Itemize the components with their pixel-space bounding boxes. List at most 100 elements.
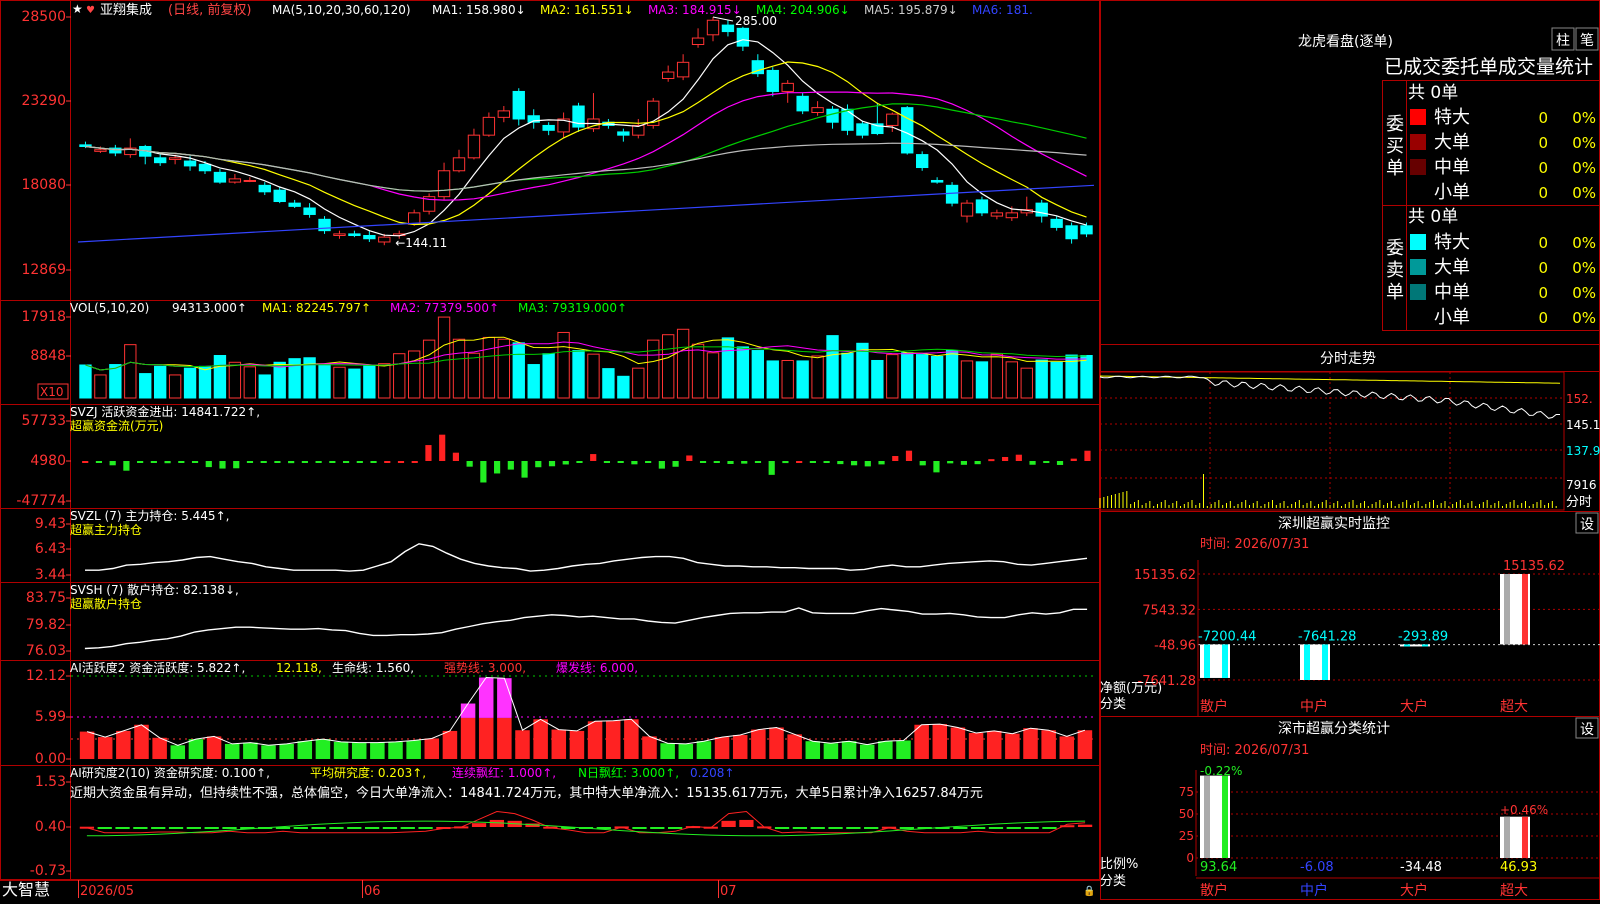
ai1-bar-12: [279, 743, 294, 759]
ai1-bar-36: [714, 737, 730, 759]
monitor-bar-group-3: -293.89: [1398, 629, 1448, 647]
stock-name[interactable]: 亚翔集成: [100, 2, 152, 18]
candle-body-6: [153, 157, 167, 164]
ai1-bar-26: [533, 719, 548, 759]
ma-value-5: MA5: 195.879↓: [864, 3, 958, 17]
svzj-bar-56: [837, 461, 844, 465]
volume-bar-56: [901, 352, 914, 399]
volume-bar-35: [587, 353, 600, 399]
monitor-setting-label[interactable]: 设: [1580, 517, 1594, 533]
stat-time: 时间: 2026/07/31: [1200, 743, 1309, 758]
candle-body-18: [333, 233, 346, 237]
ai1-bar-50: [968, 732, 984, 759]
ai2-bar-8: [204, 827, 219, 829]
svzj-bar-46: [699, 461, 707, 463]
volume-bar-49: [796, 360, 809, 399]
svzj-tick-2: 4980: [30, 453, 66, 469]
ma-value-1: MA1: 158.980↓: [432, 3, 526, 17]
ai1-bar-6: [170, 745, 186, 759]
ai2-bar-23: [471, 823, 487, 827]
pin-icon: ♥: [86, 5, 95, 16]
svzj-bar-39: [603, 461, 611, 463]
svzj-bar-53: [796, 461, 803, 463]
volume-bar-19: [348, 368, 361, 399]
lock-icon[interactable]: 🔒: [1083, 885, 1095, 897]
candle-body-10: [213, 171, 227, 183]
volume-bar-18: [333, 366, 346, 399]
volume-bar-13: [258, 374, 271, 399]
monitor-category-2: 中户: [1300, 698, 1328, 715]
svzj-bar-73: [1070, 458, 1077, 461]
monitor-bar-edge-1: [1222, 644, 1228, 678]
volume-bar-32: [542, 353, 555, 399]
buy-row-count-1: 0: [1538, 109, 1548, 127]
volume-bar-22: [393, 353, 406, 399]
ma-value-6: MA6: 181.: [972, 3, 1033, 17]
volume-bar-20: [363, 365, 376, 399]
ai2-bar-51: [971, 827, 986, 829]
ai1-bar-2: [97, 737, 113, 759]
svzj-bar-17: [301, 461, 308, 463]
period-label[interactable]: (日线, 前复权): [168, 2, 251, 18]
vol-ma-value-3: MA3: 79319.000↑: [518, 301, 627, 315]
ai1-bar-7: [188, 739, 204, 759]
svzj-bar-18: [315, 461, 322, 463]
volume-bar-68: [1080, 355, 1093, 399]
ai1-bar-53: [1023, 728, 1038, 759]
volume-bar-38: [632, 367, 645, 399]
ai1-bar-28: [569, 730, 585, 759]
candle-body-37: [617, 131, 630, 136]
stat-bar-shade-1: [1204, 775, 1210, 858]
sell-total: 共 0单: [1408, 207, 1458, 227]
chart-canvas: ★ ♥ 亚翔集成 (日线, 前复权) MA(5,10,20,30,60,120)…: [0, 0, 1600, 900]
candle-body-26: [452, 157, 466, 172]
ai1-bar-39: [769, 727, 784, 759]
svzj-bar-24: [397, 461, 405, 463]
svzj-bar-40: [617, 461, 624, 463]
svzj-bar-49: [741, 461, 748, 464]
ai1-bar-49: [950, 727, 966, 759]
candle-body-2: [94, 149, 107, 152]
candle-body-66: [1050, 218, 1063, 228]
svzj-bar-6: [150, 461, 157, 463]
ai1-header-part-1: AI活跃度2 资金活跃度: 5.822↑,: [70, 660, 245, 675]
ai1-bar-27: [551, 729, 567, 759]
volume-bar-11: [228, 361, 242, 399]
candle-body-20: [363, 235, 376, 240]
ai2-tick-3: -0.73: [30, 863, 66, 879]
fs-vol-unit: 分时: [1566, 495, 1592, 510]
volume-bar-37: [617, 375, 630, 399]
monitor-bar-shade-4: [1504, 574, 1510, 645]
volume-bar-65: [1035, 359, 1048, 399]
monitor-value-4: 15135.62: [1503, 559, 1565, 574]
ai2-header-part-5: 0.208↑: [690, 766, 734, 780]
sell-row-pct-3: 0%: [1572, 284, 1596, 302]
svzj-bar-8: [178, 461, 185, 463]
svzj-bar-69: [1015, 454, 1022, 461]
stat-setting-label[interactable]: 设: [1580, 722, 1594, 738]
ai1-bar-35: [696, 741, 712, 759]
sell-row-pct-1: 0%: [1572, 234, 1596, 252]
zhu-button-label[interactable]: 柱: [1556, 33, 1570, 49]
volume-bar-4: [124, 344, 137, 399]
ai1-bar-56: [1077, 730, 1093, 759]
monitor-bar-edge-2: [1322, 644, 1328, 680]
buy-row-name-3: 中单: [1434, 157, 1470, 178]
fs-tick-3: 137.9: [1566, 444, 1600, 458]
svzj-bar-2: [95, 461, 103, 463]
axis-label-month-3: 07: [720, 884, 737, 899]
candle-body-59: [945, 184, 959, 204]
bi-button-label[interactable]: 笔: [1580, 33, 1594, 49]
volume-bar-63: [1005, 361, 1019, 399]
buy-row-pct-1: 0%: [1572, 109, 1596, 127]
ai2-bar-57: [1077, 824, 1093, 827]
volume-bar-46: [751, 350, 765, 399]
svzj-bar-25: [411, 461, 418, 463]
ai2-bar-37: [721, 820, 736, 827]
svzj-bar-15: [274, 461, 281, 463]
stat-bottom-value-1: 93.64: [1200, 860, 1237, 875]
volume-bar-34: [572, 350, 585, 399]
ai1-bar-top-23: [478, 677, 494, 718]
ai1-bar-11: [261, 745, 276, 759]
brand-label: 大智慧: [2, 880, 50, 899]
